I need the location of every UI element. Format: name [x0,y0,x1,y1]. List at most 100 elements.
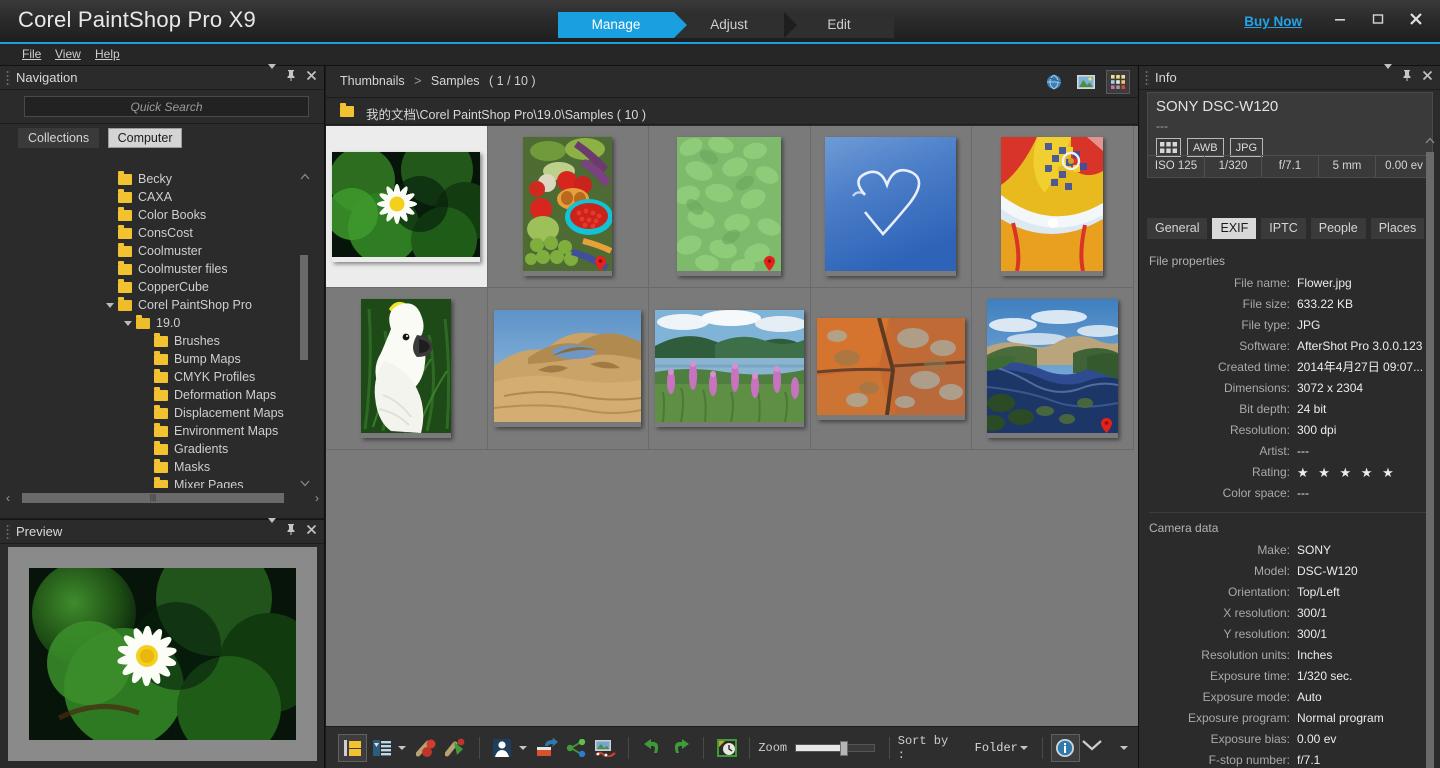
thumbnail-cell-vegetables[interactable] [487,126,649,288]
rating-stars[interactable]: ★ ★ ★ ★ ★ [1297,462,1397,483]
pin-icon[interactable] [286,69,296,81]
tree-item[interactable]: Coolmuster [0,242,311,260]
thumbnail-cell-leaves[interactable] [649,126,811,288]
rate-image-icon[interactable] [412,734,441,762]
tree-item[interactable]: Becky [0,170,311,188]
sort-by-value[interactable]: Folder [975,741,1018,755]
zoom-slider[interactable] [795,740,875,756]
info-vertical-scrollbar[interactable] [1425,134,1435,768]
close-icon[interactable] [1402,6,1430,32]
navigation-toggle-icon[interactable] [338,733,368,762]
tab-adjust[interactable]: Adjust [674,12,797,38]
tree-item[interactable]: Displacement Maps [0,404,311,422]
menu-view[interactable]: View [55,47,81,61]
thumbnail-cell-lake[interactable] [649,288,811,450]
tree-item[interactable]: Environment Maps [0,422,311,440]
list-view-caret-icon[interactable] [398,745,407,750]
tab-collections[interactable]: Collections [18,128,100,148]
thumbnail-cell-flower[interactable] [326,126,488,288]
tree-item[interactable]: CAXA [0,188,311,206]
tree-item[interactable]: ConsCost [0,224,311,242]
tree-item[interactable]: Bump Maps [0,350,311,368]
tree-item[interactable]: Mixer Pages [0,476,311,488]
pin-icon[interactable] [1402,69,1412,81]
tab-manage[interactable]: Manage [558,12,687,38]
scroll-up-icon[interactable] [1425,134,1435,152]
thumbnail-cell-river[interactable] [972,288,1134,450]
tab-people[interactable]: People [1310,218,1366,239]
panel-menu-caret-icon[interactable] [268,63,276,81]
navigation-horizontal-scrollbar[interactable]: ‹ › [0,490,325,506]
photo-icon[interactable] [1074,70,1098,94]
folder-tree[interactable]: Becky CAXA Color Books ConsCost Coolmuster Co… [0,170,311,488]
list-view-icon[interactable] [367,734,396,762]
tree-item[interactable]: 19.0 [0,314,311,332]
grid-view-icon[interactable] [1106,70,1130,94]
metadata-list[interactable]: File properties File name: Flower.jpg File … [1139,246,1440,768]
pin-icon[interactable] [286,523,296,535]
tab-exif[interactable]: EXIF [1212,218,1257,239]
scroll-down-icon[interactable] [300,476,310,488]
breadcrumb-current[interactable]: Samples [431,74,480,88]
tree-item[interactable]: CopperCube [0,278,311,296]
scroll-thumb[interactable] [1426,152,1434,768]
drag-grip-icon[interactable] [1145,70,1149,86]
thumbnail-grid[interactable] [326,126,1138,742]
drag-grip-icon[interactable] [6,524,10,540]
drag-grip-icon[interactable] [6,70,10,86]
zoom-slider-knob[interactable] [840,740,849,756]
people-tag-icon[interactable] [488,734,517,762]
rotate-right-icon[interactable] [666,734,695,762]
info-toggle-icon[interactable] [1050,733,1081,762]
tree-item[interactable]: Coolmuster files [0,260,311,278]
tab-computer[interactable]: Computer [107,128,183,148]
breadcrumb-root[interactable]: Thumbnails [340,74,405,88]
toolbar-overflow-caret-icon[interactable] [1120,745,1129,750]
panel-close-icon[interactable] [306,524,317,535]
tag-image-icon[interactable] [441,734,470,762]
scroll-up-icon[interactable] [300,170,310,182]
tree-item[interactable]: Corel PaintShop Pro [0,296,311,314]
buy-now-link[interactable]: Buy Now [1244,14,1302,29]
thumbnail-cell-cockatoo[interactable] [326,288,488,450]
expand-toolbar-chevron-icon[interactable] [1080,737,1104,758]
scroll-thumb[interactable] [300,255,308,360]
tree-item[interactable]: Brushes [0,332,311,350]
tab-edit[interactable]: Edit [784,12,894,38]
panel-menu-caret-icon[interactable] [1384,63,1392,81]
thumbnail-cell-heart[interactable] [810,126,972,288]
panel-close-icon[interactable] [306,70,317,81]
people-tag-caret-icon[interactable] [518,745,527,750]
minimize-icon[interactable] [1326,6,1354,32]
navigation-vertical-scrollbar[interactable] [300,170,310,488]
share-network-icon[interactable] [562,734,591,762]
slideshow-icon[interactable] [591,734,620,762]
maximize-icon[interactable] [1364,6,1392,32]
tree-item[interactable]: Color Books [0,206,311,224]
scroll-right-icon[interactable]: › [315,491,319,505]
menu-help[interactable]: Help [95,47,120,61]
search-input[interactable] [24,96,309,117]
tab-iptc[interactable]: IPTC [1261,218,1306,239]
menu-file[interactable]: File [22,47,41,61]
tab-places[interactable]: Places [1370,218,1425,239]
tree-expander-icon[interactable] [122,317,134,329]
panel-menu-caret-icon[interactable] [268,517,276,535]
tree-expander-icon[interactable] [104,299,116,311]
share-export-icon[interactable] [533,734,562,762]
globe-icon[interactable] [1042,70,1066,94]
h-scroll-thumb[interactable] [22,493,284,503]
scroll-left-icon[interactable]: ‹ [6,491,10,505]
tree-item[interactable]: Masks [0,458,311,476]
thumbnail-cell-balloon[interactable] [972,126,1134,288]
tree-item[interactable]: Gradients [0,440,311,458]
tree-item[interactable]: Deformation Maps [0,386,311,404]
tree-item[interactable]: CMYK Profiles [0,368,311,386]
panel-close-icon[interactable] [1422,70,1433,81]
time-machine-icon[interactable] [712,734,741,762]
rotate-left-icon[interactable] [637,734,666,762]
thumbnail-cell-arch[interactable] [487,288,649,450]
tab-general[interactable]: General [1147,218,1208,239]
thumbnail-cell-rocks[interactable] [810,288,972,450]
sort-by-caret-icon[interactable] [1019,745,1028,750]
